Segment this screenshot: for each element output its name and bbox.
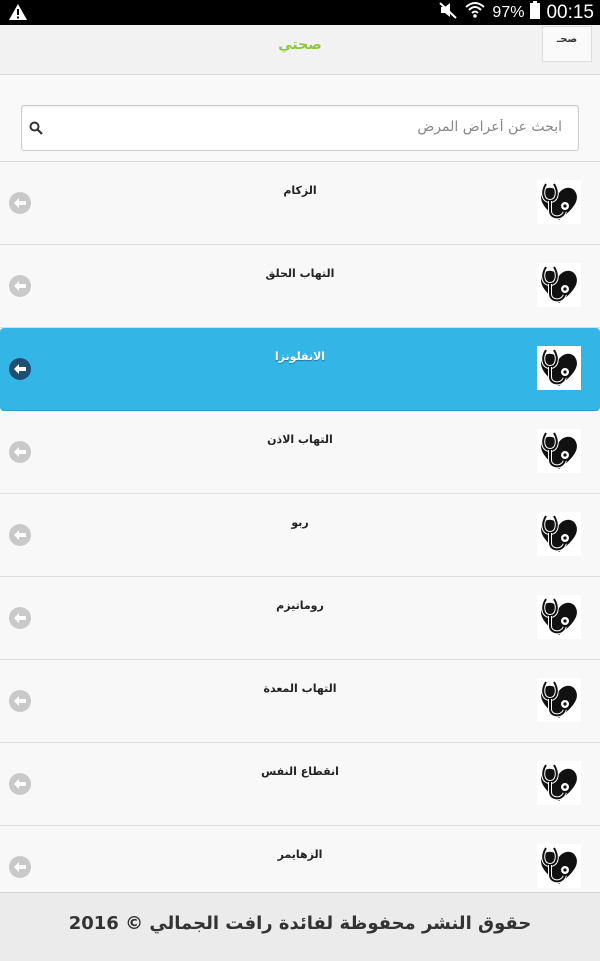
warning-icon — [8, 3, 28, 25]
search-input[interactable] — [56, 106, 562, 148]
app-title: صحتي — [278, 37, 322, 53]
status-clock: 00:15 — [546, 1, 594, 23]
list-item-2[interactable]: الانفلونزا — [0, 328, 600, 411]
stethoscope-heart-icon — [537, 761, 581, 805]
list-item-5[interactable]: روماتيزم — [0, 577, 600, 660]
list-item-label: الزكام — [283, 184, 317, 197]
app-header: صحتي صحـ — [0, 25, 600, 75]
stethoscope-heart-icon — [537, 844, 581, 888]
footer: حقوق النشر محفوظة لفائدة رافت الجمالي © … — [0, 892, 600, 961]
list-item-label: التهاب الاذن — [267, 433, 333, 446]
list-item-label: التهاب الحلق — [265, 267, 335, 280]
app-logo-button[interactable]: صحـ — [542, 26, 592, 62]
battery-percent: 97% — [492, 3, 525, 21]
stethoscope-heart-icon — [537, 346, 581, 390]
list-item-label: انقطاع النفس — [261, 765, 339, 778]
search-bar — [0, 75, 600, 162]
list-item-label: التهاب المعدة — [263, 682, 337, 695]
list-item-4[interactable]: ربو — [0, 494, 600, 577]
list-item-label: الانفلونزا — [274, 350, 326, 363]
search-icon[interactable] — [29, 120, 43, 139]
copyright-text: حقوق النشر محفوظة لفائدة رافت الجمالي © … — [68, 913, 532, 934]
mute-icon — [438, 1, 458, 24]
list-item-6[interactable]: التهاب المعدة — [0, 660, 600, 743]
list-item-3[interactable]: التهاب الاذن — [0, 411, 600, 494]
battery-icon — [530, 1, 541, 24]
stethoscope-heart-icon — [537, 512, 581, 556]
list-item-label: الزهايمر — [277, 848, 323, 861]
list-item-1[interactable]: التهاب الحلق — [0, 245, 600, 328]
wifi-icon — [464, 1, 486, 24]
list-item-label: روماتيزم — [276, 599, 324, 612]
list-item-0[interactable]: الزكام — [0, 162, 600, 245]
list-item-7[interactable]: انقطاع النفس — [0, 743, 600, 826]
list-item-label: ربو — [291, 516, 309, 529]
stethoscope-heart-icon — [537, 678, 581, 722]
status-bar: 97% 00:15 — [0, 0, 600, 25]
stethoscope-heart-icon — [537, 429, 581, 473]
search-box — [21, 105, 579, 151]
disease-list: الزكام التهاب الحلق الانفلونزا التهاب ال… — [0, 162, 600, 909]
stethoscope-heart-icon — [537, 595, 581, 639]
stethoscope-heart-icon — [537, 180, 581, 224]
stethoscope-heart-icon — [537, 263, 581, 307]
